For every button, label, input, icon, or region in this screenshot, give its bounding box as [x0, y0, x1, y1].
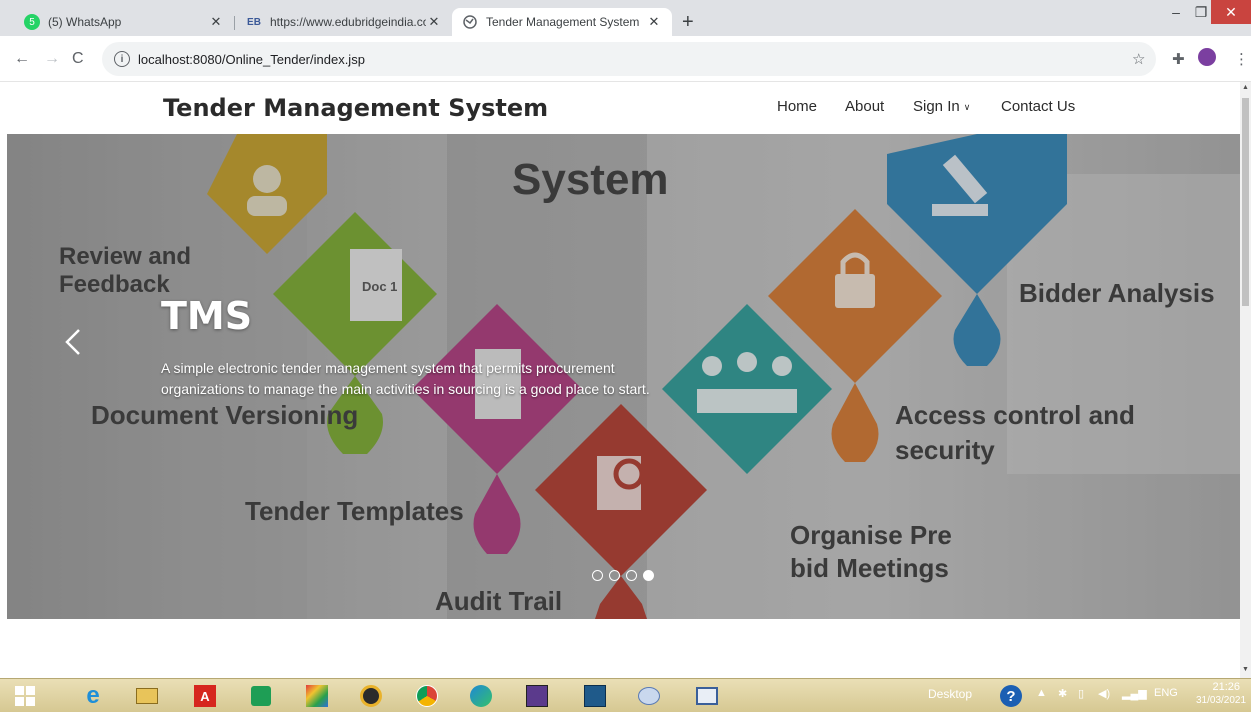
new-tab-icon[interactable]: +: [682, 12, 694, 32]
nav-sign-in[interactable]: Sign In ∨: [913, 98, 970, 115]
battery-icon[interactable]: ▯: [1078, 687, 1084, 700]
web-page: Tender Management System Home About Sign…: [0, 82, 1251, 678]
carousel-indicators: [592, 570, 654, 581]
back-icon[interactable]: ←: [14, 50, 30, 68]
volume-icon[interactable]: ◀): [1098, 687, 1110, 700]
tab-separator: [234, 16, 235, 30]
tab-whatsapp[interactable]: 5 (5) WhatsApp ✕: [14, 8, 234, 36]
tab-title: (5) WhatsApp: [48, 15, 122, 29]
help-icon[interactable]: ?: [996, 682, 1026, 710]
tab-edubridge[interactable]: EB https://www.edubridgeindia.com ✕: [236, 8, 452, 36]
minimize-icon[interactable]: –: [1162, 0, 1190, 24]
extensions-icon[interactable]: ✚: [1172, 50, 1185, 68]
store-icon[interactable]: [246, 682, 276, 710]
reload-icon[interactable]: C: [72, 50, 84, 68]
nav-contact-us[interactable]: Contact Us: [1001, 98, 1075, 115]
menu-icon[interactable]: ⋮: [1234, 50, 1249, 68]
nav-about[interactable]: About: [845, 98, 884, 115]
close-tab-icon[interactable]: ✕: [208, 14, 224, 30]
carousel-dot-2[interactable]: [609, 570, 620, 581]
site-header: Tender Management System Home About Sign…: [0, 82, 1240, 134]
eclipse-icon[interactable]: [522, 682, 552, 710]
internet-explorer-icon[interactable]: e: [78, 682, 108, 710]
tab-title: Tender Management System: [486, 15, 640, 29]
site-brand[interactable]: Tender Management System: [163, 94, 548, 122]
paint-icon[interactable]: [302, 682, 332, 710]
carousel-dot-4[interactable]: [643, 570, 654, 581]
tab-tender-management[interactable]: Tender Management System ✕: [452, 8, 672, 36]
clock[interactable]: 21:26 31/03/2021: [1196, 681, 1247, 707]
carousel-dot-1[interactable]: [592, 570, 603, 581]
url-text: localhost:8080/Online_Tender/index.jsp: [138, 51, 365, 67]
chrome-icon[interactable]: [412, 682, 442, 710]
profile-avatar[interactable]: [1198, 48, 1216, 66]
caption-title: TMS: [161, 294, 253, 338]
forward-icon[interactable]: →: [44, 50, 60, 68]
bluetooth-icon[interactable]: ✱: [1058, 687, 1067, 700]
nav-home[interactable]: Home: [777, 98, 817, 115]
hero-carousel: System Review and Feedback Doc 1 Bidder …: [7, 134, 1240, 619]
caption-text: A simple electronic tender management sy…: [161, 360, 650, 397]
desktop-toolbar-label[interactable]: Desktop: [928, 687, 972, 701]
edubridge-icon: EB: [247, 16, 261, 28]
scroll-down-icon[interactable]: ▼: [1242, 666, 1249, 673]
page-scrollbar[interactable]: ▲ ▼: [1240, 82, 1251, 678]
edge-icon[interactable]: [466, 682, 496, 710]
paint-3d-icon[interactable]: [634, 682, 664, 710]
file-explorer-icon[interactable]: [132, 682, 162, 710]
nav-sign-in-label: Sign In: [913, 98, 960, 115]
close-tab-icon[interactable]: ✕: [426, 14, 442, 30]
network-signal-icon[interactable]: ▂▄▆: [1122, 687, 1147, 700]
tray-overflow-icon[interactable]: ▲: [1036, 687, 1047, 699]
clock-time: 21:26: [1212, 681, 1240, 693]
carousel-caption: TMS A simple electronic tender managemen…: [161, 294, 681, 400]
tab-title: https://www.edubridgeindia.com: [270, 15, 426, 29]
browser-tab-strip: 5 (5) WhatsApp ✕ EB https://www.edubridg…: [0, 0, 1251, 36]
scroll-up-icon[interactable]: ▲: [1242, 84, 1249, 91]
bookmark-star-icon[interactable]: ☆: [1132, 50, 1145, 68]
close-window-icon[interactable]: ✕: [1211, 0, 1251, 24]
window-app-icon[interactable]: [692, 682, 722, 710]
carousel-prev-icon[interactable]: [63, 326, 87, 358]
mysql-icon[interactable]: [580, 682, 610, 710]
clock-date: 31/03/2021: [1196, 695, 1247, 706]
media-player-icon[interactable]: [356, 682, 386, 710]
windows-start-icon[interactable]: [10, 682, 40, 710]
scrollbar-thumb[interactable]: [1242, 98, 1249, 306]
language-indicator[interactable]: ENG: [1154, 687, 1178, 699]
acrobat-icon[interactable]: A: [190, 682, 220, 710]
carousel-dot-3[interactable]: [626, 570, 637, 581]
close-tab-icon[interactable]: ✕: [646, 14, 662, 30]
info-icon[interactable]: i: [114, 51, 130, 67]
maximize-icon[interactable]: ❐: [1190, 0, 1212, 24]
whatsapp-icon: 5: [24, 14, 40, 30]
windows-taskbar: e A Desktop ? ▲ ✱ ▯ ◀) ▂▄▆ ENG 21:26 31/…: [0, 678, 1251, 712]
chevron-down-icon: ∨: [963, 101, 971, 112]
globe-icon: [462, 14, 478, 30]
browser-toolbar: ← → C i localhost:8080/Online_Tender/ind…: [0, 36, 1251, 82]
address-bar[interactable]: i localhost:8080/Online_Tender/index.jsp: [102, 42, 1156, 76]
